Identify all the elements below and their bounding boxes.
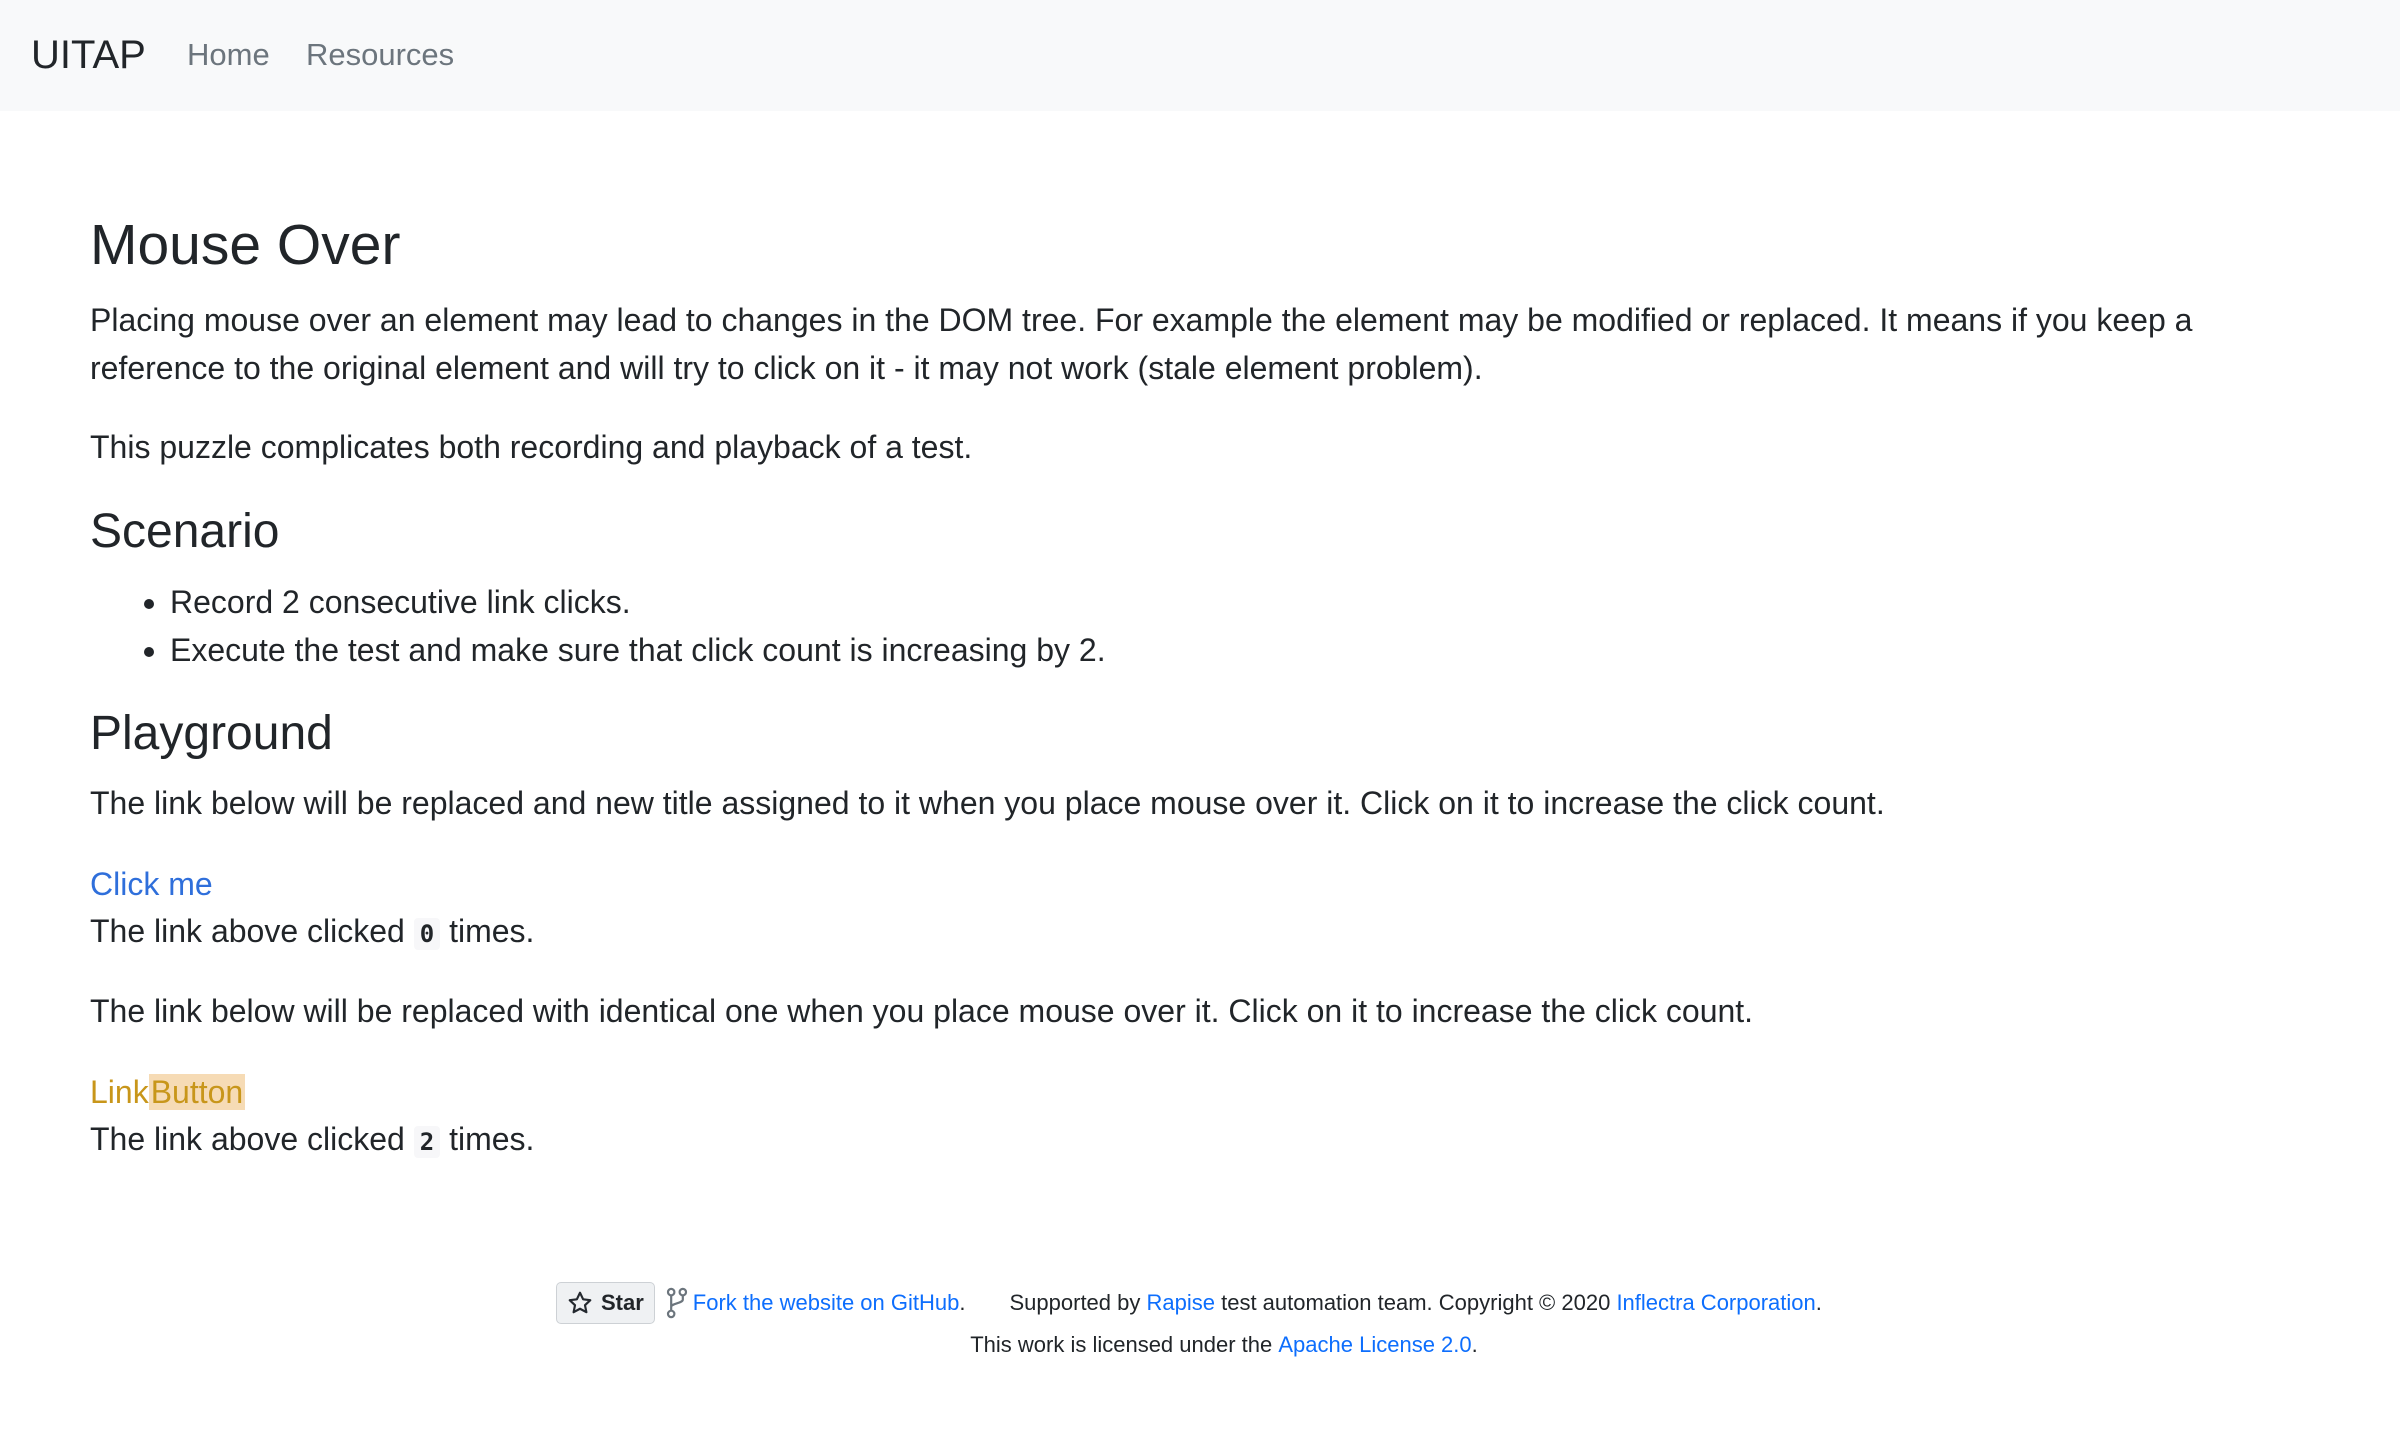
supported-middle: test automation team. Copyright © 2020 <box>1221 1290 1611 1315</box>
license-suffix: . <box>1471 1332 1478 1357</box>
click-count-value: 0 <box>413 918 441 950</box>
fork-icon <box>665 1287 689 1319</box>
playground-description-1: The link below will be replaced and new … <box>90 785 1885 821</box>
scenario-list: Record 2 consecutive link clicks. Execut… <box>90 578 1106 674</box>
rapise-link[interactable]: Rapise <box>1147 1290 1215 1316</box>
click-me-link[interactable]: Click me <box>90 860 213 908</box>
inflectra-link[interactable]: Inflectra Corporation <box>1616 1290 1815 1316</box>
supported-suffix: . <box>1815 1290 1822 1315</box>
footer-line-2: This work is licensed under the Apache L… <box>0 1332 2400 1358</box>
list-item: Record 2 consecutive link clicks. <box>170 578 1106 626</box>
page-title: Mouse Over <box>90 213 401 277</box>
link-button-label-part1: Link <box>90 1074 149 1110</box>
fork-suffix: . <box>959 1290 966 1315</box>
click-count-prefix: The link above clicked <box>90 913 405 949</box>
license-prefix: This work is licensed under the <box>970 1332 1273 1357</box>
nav-resources-link[interactable]: Resources <box>306 33 454 77</box>
navbar: UITAP Home Resources <box>0 0 2400 111</box>
click-count-prefix: The link above clicked <box>90 1121 405 1157</box>
playground-description-2: The link below will be replaced with ide… <box>90 993 1754 1029</box>
intro-paragraph: Placing mouse over an element may lead t… <box>90 302 2193 386</box>
link-button-label-part2: Button <box>148 1074 246 1110</box>
footer-line-1: Star Fork the website on GitHub. Support… <box>556 1282 1822 1324</box>
click-count-text-1: The link above clicked 0 times. <box>90 907 2330 958</box>
star-icon <box>568 1291 592 1314</box>
scenario-heading: Scenario <box>90 505 280 558</box>
click-count-value: 2 <box>413 1126 441 1158</box>
supported-prefix: Supported by <box>1009 1290 1141 1315</box>
nav-home-link[interactable]: Home <box>187 33 270 77</box>
fork-github-link[interactable]: Fork the website on GitHub <box>693 1290 960 1316</box>
playground-heading: Playground <box>90 707 333 760</box>
intro-paragraph-2: This puzzle complicates both recording a… <box>90 429 973 465</box>
list-item: Execute the test and make sure that clic… <box>170 626 1106 674</box>
click-count-suffix: times. <box>449 913 535 949</box>
star-label: Star <box>601 1290 644 1315</box>
click-count-text-2: The link above clicked 2 times. <box>90 1115 2330 1166</box>
apache-license-link[interactable]: Apache License 2.0 <box>1278 1332 1471 1357</box>
brand-link[interactable]: UITAP <box>31 30 146 80</box>
click-count-suffix: times. <box>449 1121 535 1157</box>
link-button[interactable]: LinkButton <box>90 1068 246 1116</box>
star-button[interactable]: Star <box>556 1282 655 1324</box>
